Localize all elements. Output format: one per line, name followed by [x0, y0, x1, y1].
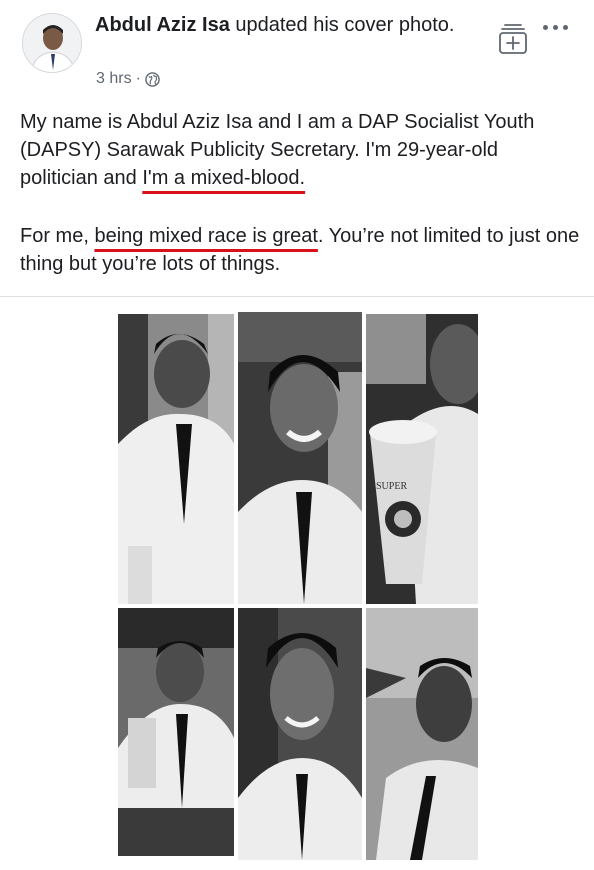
- author-name[interactable]: Abdul Aziz Isa: [95, 14, 230, 36]
- globe-icon: [145, 71, 160, 87]
- author-avatar[interactable]: [22, 13, 82, 73]
- meta-separator: ·: [135, 70, 141, 87]
- post-paragraph-2: For me, being mixed race is great. You’r…: [20, 222, 580, 278]
- post-meta: 3 hrs ·: [96, 70, 160, 88]
- photo-1[interactable]: [118, 314, 234, 604]
- highlighted-phrase-mixed-race: being mixed race is great: [94, 225, 318, 247]
- save-post-icon[interactable]: [498, 22, 528, 56]
- dot: [543, 24, 548, 30]
- facebook-post: Abdul Aziz Isa updated his cover photo. …: [0, 0, 594, 870]
- post-action: updated his cover photo.: [229, 14, 455, 36]
- photo-4[interactable]: [118, 608, 234, 856]
- photo-5[interactable]: [238, 608, 362, 860]
- cover-photo-collage[interactable]: SUPER: [118, 312, 478, 860]
- post-paragraph-1: My name is Abdul Aziz Isa and I am a DAP…: [20, 108, 580, 192]
- more-options-icon[interactable]: [543, 20, 577, 34]
- divider: [0, 296, 594, 297]
- post-timestamp[interactable]: 3 hrs: [96, 70, 132, 88]
- post-headline: Abdul Aziz Isa updated his cover photo.: [95, 12, 475, 38]
- photo-6[interactable]: [366, 608, 478, 860]
- cup-label: SUPER: [376, 481, 407, 492]
- photo-3[interactable]: SUPER: [366, 314, 478, 604]
- paragraph-2-text: For me,: [20, 225, 95, 247]
- highlighted-phrase-mixed-blood: I'm a mixed-blood.: [142, 167, 306, 189]
- dot: [553, 24, 558, 30]
- photo-2[interactable]: [238, 312, 362, 604]
- dot: [563, 24, 568, 30]
- post-header: Abdul Aziz Isa updated his cover photo.: [95, 12, 475, 38]
